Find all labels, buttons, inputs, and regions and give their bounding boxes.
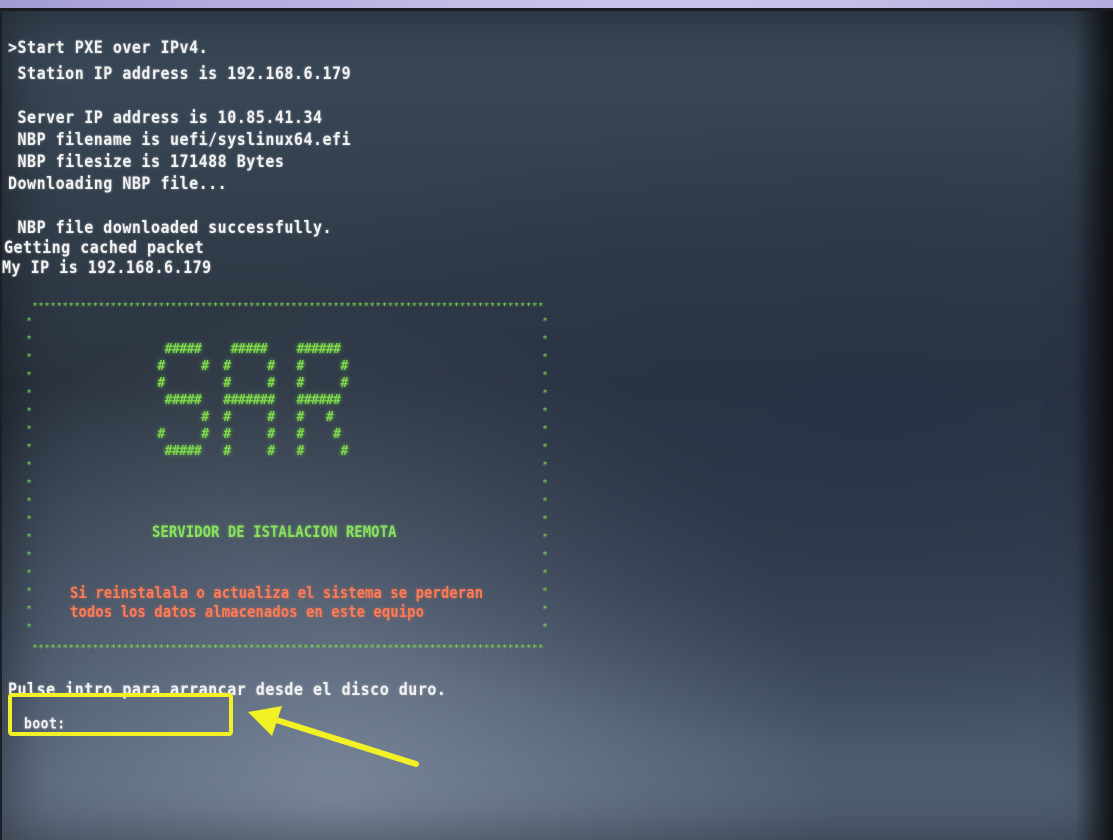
banner-subtitle: SERVIDOR DE ISTALACION REMOTA <box>152 523 397 542</box>
sar-banner: ****************************************… <box>26 301 548 653</box>
terminal-line: Station IP address is 192.168.6.179 <box>8 63 352 84</box>
banner-border-bottom: ****************************************… <box>32 643 544 653</box>
terminal-line: Downloading NBP file... <box>8 173 228 194</box>
arrow-icon <box>248 706 419 767</box>
terminal-line: Getting cached packet <box>4 237 205 258</box>
terminal-line: Server IP address is 10.85.41.34 <box>8 107 323 128</box>
sar-ascii-logo: ##### ##### ###### # # # # # # # # # # #… <box>157 342 348 459</box>
terminal-line: >Start PXE over IPv4. <box>8 37 209 58</box>
terminal-line: My IP is 192.168.6.179 <box>2 257 212 278</box>
banner-border-right: * * * * * * * * * * * * * * * * * * <box>541 316 549 633</box>
terminal-line: NBP file downloaded successfully. <box>8 217 333 238</box>
banner-border-top: ****************************************… <box>32 301 544 311</box>
banner-warning-line1: Si reinstalala o actualiza el sistema se… <box>70 584 484 603</box>
banner-border-left: * * * * * * * * * * * * * * * * * * <box>25 316 33 633</box>
boot-prompt-highlight <box>8 693 233 736</box>
banner-warning-line2: todos los datos almacenados en este equi… <box>70 603 425 622</box>
terminal-line: NBP filesize is 171488 Bytes <box>8 151 285 172</box>
terminal-line: NBP filename is uefi/syslinux64.efi <box>8 129 352 150</box>
